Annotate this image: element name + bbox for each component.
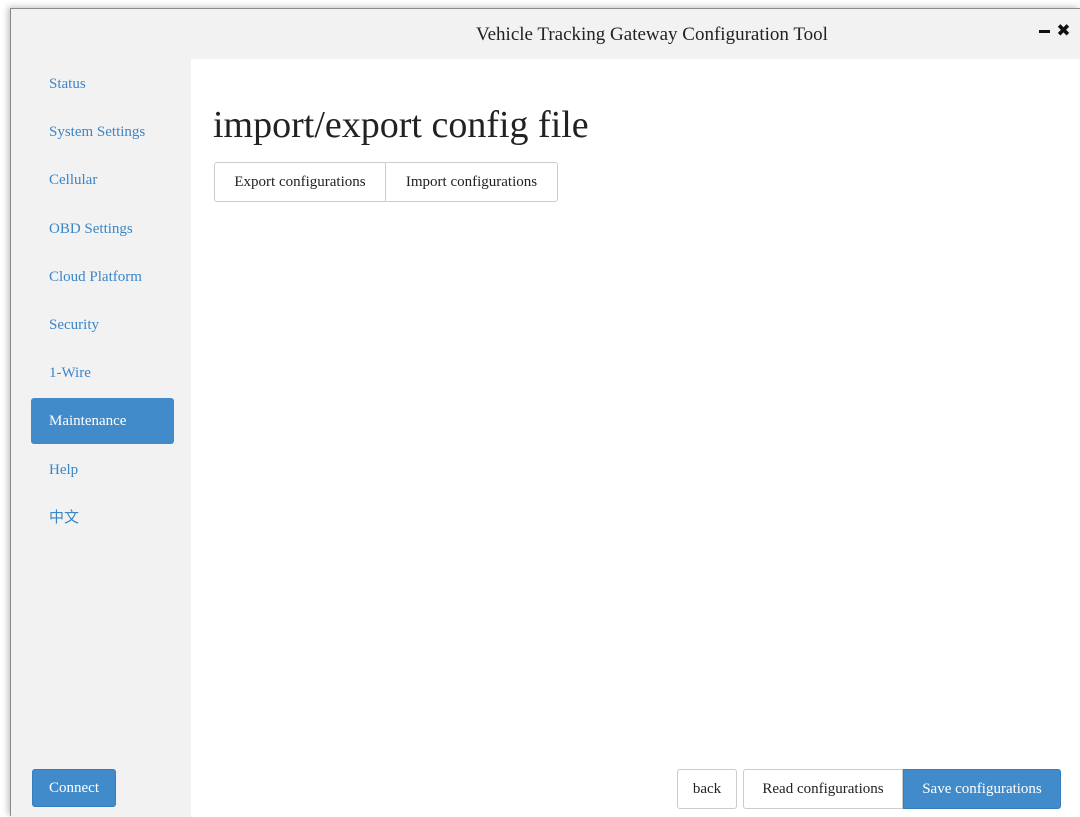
- sidebar-item-language[interactable]: 中文: [31, 495, 174, 541]
- main-content: import/export config file Export configu…: [191, 59, 1080, 817]
- sidebar-item-cellular[interactable]: Cellular: [31, 157, 174, 203]
- sidebar-item-system-settings[interactable]: System Settings: [31, 109, 174, 155]
- export-configurations-button[interactable]: Export configurations: [214, 162, 386, 202]
- close-icon[interactable]: ✖: [1056, 21, 1071, 41]
- sidebar-item-security[interactable]: Security: [31, 302, 174, 348]
- save-configurations-button[interactable]: Save configurations: [903, 769, 1061, 809]
- sidebar-item-maintenance[interactable]: Maintenance: [31, 398, 174, 444]
- sidebar-item-cloud-platform[interactable]: Cloud Platform: [31, 254, 174, 300]
- close-glyph: ✖: [1056, 21, 1071, 41]
- back-button[interactable]: back: [677, 769, 737, 809]
- sidebar-item-status[interactable]: Status: [31, 61, 174, 107]
- minimize-icon[interactable]: [1038, 23, 1051, 39]
- import-export-button-group: Export configurations Import configurati…: [214, 162, 558, 202]
- footer-actions: back Read configurations Save configurat…: [677, 769, 1061, 809]
- app-window: Vehicle Tracking Gateway Configuration T…: [10, 8, 1080, 817]
- title-bar[interactable]: Vehicle Tracking Gateway Configuration T…: [11, 9, 1080, 59]
- read-configurations-button[interactable]: Read configurations: [743, 769, 903, 809]
- sidebar: Status System Settings Cellular OBD Sett…: [11, 59, 191, 817]
- page-title: import/export config file: [213, 104, 589, 146]
- sidebar-item-help[interactable]: Help: [31, 447, 174, 493]
- minimize-bar: [1039, 29, 1050, 33]
- window-controls: ✖: [1038, 21, 1071, 41]
- import-configurations-button[interactable]: Import configurations: [386, 162, 558, 202]
- window-title: Vehicle Tracking Gateway Configuration T…: [476, 24, 828, 45]
- sidebar-item-obd-settings[interactable]: OBD Settings: [31, 206, 174, 252]
- connect-button[interactable]: Connect: [32, 769, 116, 807]
- sidebar-item-1-wire[interactable]: 1-Wire: [31, 350, 174, 396]
